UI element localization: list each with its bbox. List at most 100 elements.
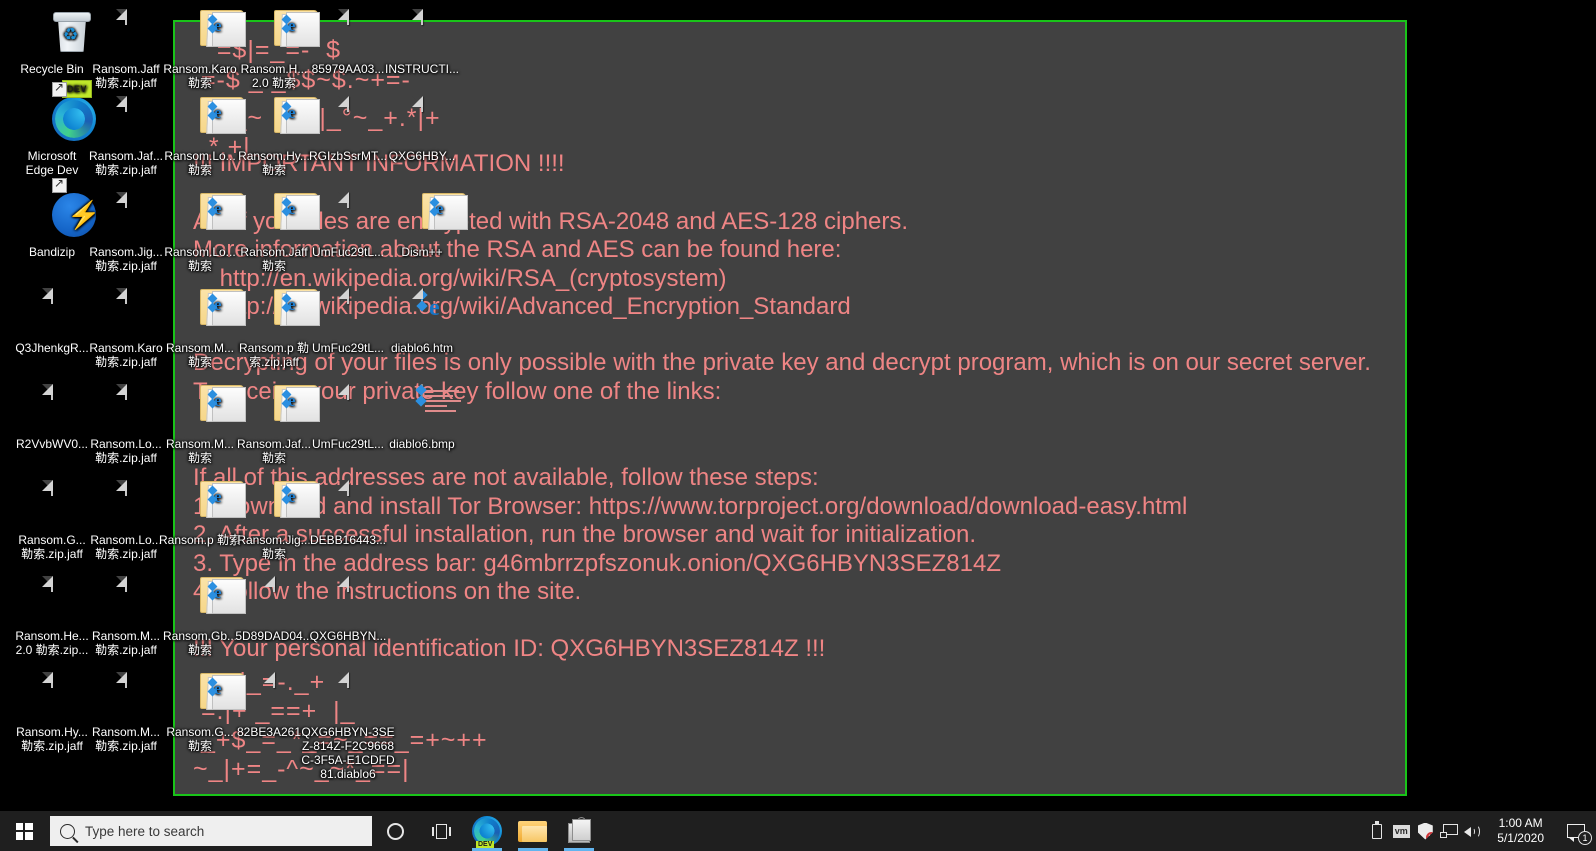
file-glyph xyxy=(102,96,150,145)
file-glyph xyxy=(102,480,150,529)
file-icon xyxy=(347,480,349,496)
desktop-icon-label: diablo6.bmp xyxy=(389,437,455,451)
html-file-icon: e xyxy=(416,288,440,320)
bmp-glyph xyxy=(398,384,461,433)
desktop-icon-label: Dism++ xyxy=(401,245,443,259)
folder-glyph: e xyxy=(176,577,246,625)
folder-glyph: e xyxy=(176,97,246,145)
action-center-button[interactable]: 1 xyxy=(1556,811,1596,851)
bandizip-glyph: ⚡ xyxy=(28,176,101,241)
file-icon xyxy=(347,192,349,208)
desktop-icon-f-dismpp[interactable]: e Dism++ xyxy=(374,193,470,259)
file-glyph xyxy=(398,96,446,145)
desktop[interactable]: =$|=_=- $ =-$ _ _$$~$.~+=- = _~ =~-|_°~_… xyxy=(0,0,1596,851)
store-icon xyxy=(566,816,593,845)
file-icon xyxy=(125,288,127,304)
volume-icon[interactable] xyxy=(1461,811,1485,851)
file-icon xyxy=(51,672,53,688)
clock[interactable]: 1:00 AM 5/1/2020 xyxy=(1485,811,1556,851)
desktop-icon-file-qxg6-1[interactable]: QXG6HBYN... xyxy=(300,576,396,643)
file-explorer-icon xyxy=(518,819,548,843)
file-icon xyxy=(51,384,53,400)
file-glyph xyxy=(324,192,372,241)
cortana-button[interactable] xyxy=(372,811,418,851)
file-icon xyxy=(125,672,127,688)
folder-glyph: e xyxy=(250,10,320,58)
file-glyph xyxy=(28,480,76,529)
file-icon xyxy=(125,9,127,25)
taskbar-store-button[interactable] xyxy=(556,811,602,851)
windows-logo-icon xyxy=(15,822,33,840)
file-icon xyxy=(273,672,275,688)
windows-defender-icon[interactable]: ✕ xyxy=(1413,811,1437,851)
folder-glyph: e xyxy=(250,289,320,337)
folder-glyph: e xyxy=(176,193,246,241)
folder-glyph: e xyxy=(176,481,246,529)
file-glyph xyxy=(324,9,372,58)
desktop-icon-label: QXG6HBY... xyxy=(388,149,456,163)
taskbar-file-explorer-button[interactable] xyxy=(510,811,556,851)
file-icon xyxy=(347,9,349,25)
task-view-icon xyxy=(431,823,451,839)
file-icon xyxy=(347,96,349,112)
file-glyph xyxy=(28,384,76,433)
file-glyph xyxy=(324,96,372,145)
file-glyph xyxy=(324,576,372,625)
folder-glyph: e xyxy=(250,97,320,145)
edge-dev-icon: DEV xyxy=(472,816,502,848)
vm-tools-icon[interactable]: vm xyxy=(1389,811,1413,851)
desktop-icon-file-qxg6-2[interactable]: QXG6HBYN-3SEZ-814Z-F2C9668C-3F5A-E1CDFD8… xyxy=(300,672,396,781)
file-glyph xyxy=(250,672,298,721)
desktop-icon-file-qxg6hby[interactable]: QXG6HBY... xyxy=(374,96,470,163)
desktop-icon-file-diablo6-bmp[interactable]: diablo6.bmp xyxy=(374,384,470,451)
edge-dev-glyph: DEV xyxy=(28,80,96,145)
file-glyph xyxy=(28,672,76,721)
file-icon xyxy=(125,576,127,592)
search-input[interactable]: Type here to search xyxy=(50,816,372,846)
usb-eject-icon[interactable] xyxy=(1365,811,1389,851)
folder-glyph: e xyxy=(176,10,246,58)
file-glyph xyxy=(102,576,150,625)
search-icon xyxy=(60,823,75,839)
file-glyph xyxy=(102,672,150,721)
file-glyph xyxy=(28,576,76,625)
file-icon xyxy=(125,96,127,112)
file-icon xyxy=(347,384,349,400)
file-glyph xyxy=(102,384,150,433)
cortana-icon xyxy=(386,822,404,840)
desktop-icon-label: INSTRUCTI... xyxy=(385,62,459,76)
htm-glyph: e xyxy=(398,288,446,337)
taskbar-edge-dev-button[interactable]: DEV xyxy=(464,811,510,851)
file-icon xyxy=(51,288,53,304)
notification-count-badge: 1 xyxy=(1578,831,1592,845)
network-icon[interactable] xyxy=(1437,811,1461,851)
file-glyph xyxy=(102,192,150,241)
desktop-icon-label: diablo6.htm xyxy=(390,341,454,355)
desktop-icon-file-diablo6-htm[interactable]: e diablo6.htm xyxy=(374,288,470,355)
system-tray[interactable]: vm ✕ 1:00 AM 5/1/2020 1 xyxy=(1365,811,1596,851)
folder-glyph: e xyxy=(176,289,246,337)
taskbar[interactable]: Type here to search DEV vm ✕ 1:00 AM 5/1… xyxy=(0,811,1596,851)
file-glyph xyxy=(102,288,150,337)
start-button[interactable] xyxy=(0,811,48,851)
desktop-icon-file-instructi[interactable]: INSTRUCTI... xyxy=(374,9,470,76)
folder-glyph: e xyxy=(176,673,246,721)
folder-glyph: e xyxy=(250,385,320,433)
search-placeholder: Type here to search xyxy=(85,823,205,839)
file-glyph xyxy=(250,576,298,625)
desktop-icon-file-debb1644[interactable]: DEBB16443... xyxy=(300,480,396,547)
edge-dev-tag: DEV xyxy=(476,841,495,848)
file-icon xyxy=(347,576,349,592)
bitmap-file-icon xyxy=(415,384,461,412)
file-glyph xyxy=(28,288,76,337)
file-glyph xyxy=(398,9,446,58)
folder-glyph: e xyxy=(250,481,320,529)
file-glyph xyxy=(324,384,372,433)
folder-glyph: e xyxy=(250,193,320,241)
vm-tools-label: vm xyxy=(1392,824,1410,838)
file-glyph xyxy=(324,672,372,721)
file-icon xyxy=(125,384,127,400)
task-view-button[interactable] xyxy=(418,811,464,851)
clock-time: 1:00 AM xyxy=(1498,816,1543,830)
folder-glyph: e xyxy=(176,385,246,433)
